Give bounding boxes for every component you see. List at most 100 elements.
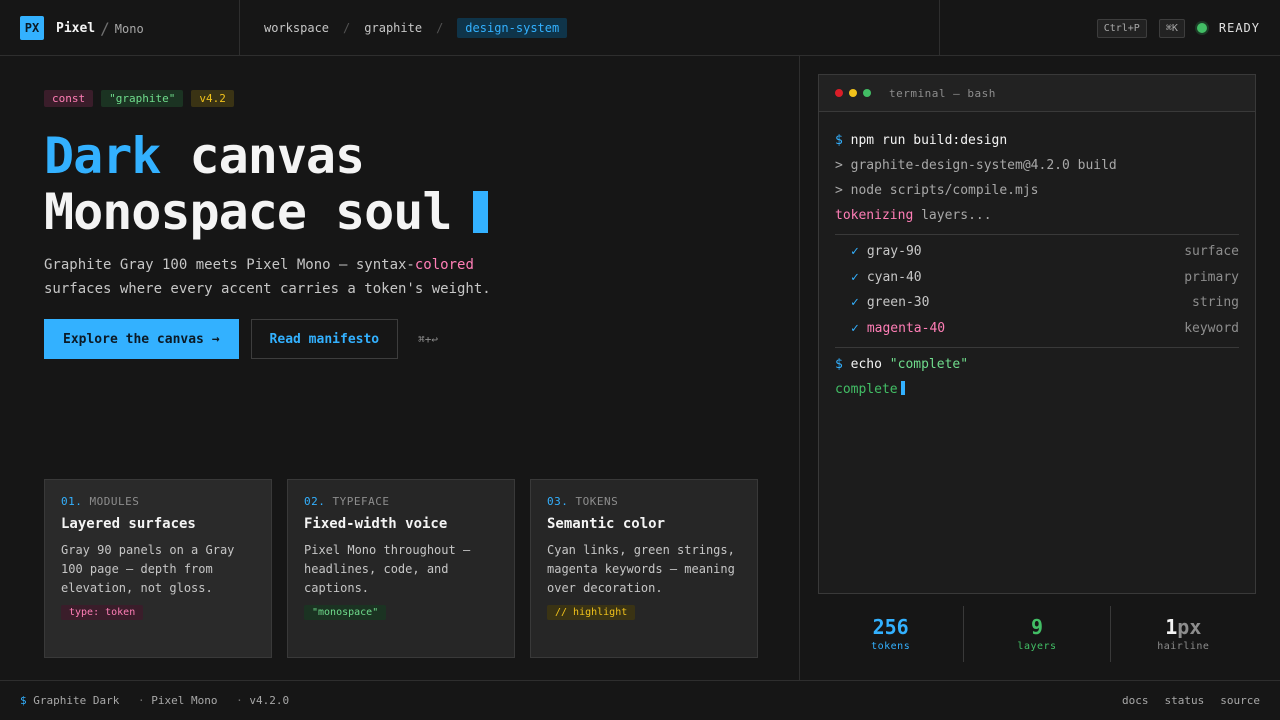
stat-number: 9 (1030, 615, 1044, 639)
read-manifesto-button[interactable]: Read manifesto (250, 319, 399, 359)
check-icon: ✓ (851, 295, 859, 310)
hero-title-accent: Dark (44, 127, 161, 185)
stat-value: 9 (964, 615, 1109, 639)
feature-card-typeface[interactable]: 02. TYPEFACE Fixed-width voice Pixel Mon… (287, 479, 515, 658)
stat-hairline: 1px hairline (1111, 606, 1256, 662)
footer-link-source[interactable]: source (1220, 694, 1260, 707)
hero-section: const "graphite" v4.2 Dark canvas Monosp… (0, 56, 800, 680)
token-role: keyword (1184, 320, 1239, 336)
card-category: TOKENS (575, 495, 619, 508)
footer: $ Graphite Dark · Pixel Mono · v4.2.0 do… (0, 680, 1280, 720)
command-palette-shortcut[interactable]: Ctrl+P (1096, 18, 1147, 38)
lead-text-line2: surfaces where every accent carries a to… (44, 281, 491, 297)
output-text: layers... (913, 208, 992, 223)
stat-value: 1px (1111, 615, 1256, 639)
card-category: TYPEFACE (332, 495, 390, 508)
card-pill: // highlight (547, 605, 636, 620)
feature-card-modules[interactable]: 01. MODULES Layered surfaces Gray 90 pan… (44, 479, 272, 658)
prompt-symbol: $ (20, 694, 27, 707)
token-row: ✓ green-30 string (835, 290, 1239, 316)
footer-theme: Graphite Dark (33, 694, 120, 707)
stats-row: 256 tokens 9 layers 1px hairline (818, 606, 1256, 662)
cursor-block-icon (473, 191, 489, 233)
stat-tokens: 256 tokens (818, 606, 965, 662)
brand-subtitle: Mono (114, 22, 144, 36)
footer-links: docs status source (1122, 694, 1260, 707)
footer-font: Pixel Mono (151, 694, 218, 707)
tag-version: v4.2 (191, 90, 234, 107)
token-name: magenta-40 (866, 320, 946, 336)
card-eyebrow: 02. TYPEFACE (304, 495, 498, 508)
breadcrumb-design-system[interactable]: design-system (457, 18, 568, 38)
footer-version: v4.2.0 (249, 694, 290, 707)
card-body: Gray 90 panels on a Gray 100 page — dept… (61, 543, 235, 595)
explore-canvas-button[interactable]: Explore the canvas → (44, 319, 239, 359)
token-name: green-30 (866, 295, 930, 310)
brand-name: Pixel (56, 20, 96, 36)
tag-graphite: "graphite" (101, 90, 184, 107)
cursor-block-icon (900, 381, 905, 395)
stat-number: 256 (872, 615, 909, 639)
brand[interactable]: PX Pixel / Mono (0, 0, 240, 56)
terminal-output: $ npm run build:design > graphite-design… (819, 112, 1255, 402)
breadcrumb-workspace[interactable]: workspace (264, 21, 329, 35)
footer-info: $ Graphite Dark · Pixel Mono · v4.2.0 (20, 694, 289, 707)
string-text: "complete" (881, 357, 969, 372)
footer-link-status[interactable]: status (1165, 694, 1205, 707)
terminal-line: tokenizing layers... (835, 203, 1239, 228)
terminal-line: > graphite-design-system@4.2.0 build (835, 158, 1117, 173)
card-body: Pixel Mono throughout — headlines, code,… (304, 543, 471, 595)
card-title: Layered surfaces (61, 516, 196, 532)
prompt-symbol: $ (835, 133, 843, 148)
stat-value: 256 (818, 615, 963, 639)
stat-label: tokens (871, 641, 911, 652)
terminal-divider (835, 347, 1239, 348)
token-role: primary (1184, 269, 1239, 285)
minimize-dot-icon[interactable] (849, 89, 857, 97)
card-title: Semantic color (547, 516, 666, 532)
breadcrumb-graphite[interactable]: graphite (364, 21, 422, 35)
card-number: 03. (547, 495, 569, 508)
search-shortcut[interactable]: ⌘K (1158, 18, 1185, 38)
footer-separator: · (137, 694, 145, 707)
card-eyebrow: 03. TOKENS (547, 495, 741, 508)
maximize-dot-icon[interactable] (863, 89, 871, 97)
hero-tags: const "graphite" v4.2 (44, 90, 234, 107)
stat-unit: px (1177, 615, 1202, 639)
breadcrumb-separator: / (343, 21, 351, 35)
terminal-line: complete (835, 377, 1239, 402)
footer-separator: · (236, 694, 243, 707)
status-dot-icon (1196, 23, 1207, 33)
prompt-symbol: $ (835, 357, 843, 372)
brand-logo: PX (20, 16, 44, 40)
hero-lead: Graphite Gray 100 meets Pixel Mono — syn… (44, 253, 604, 301)
card-title: Fixed-width voice (304, 516, 448, 532)
result-text: complete (835, 382, 898, 397)
token-row: ✓ magenta-40 keyword (835, 316, 1239, 342)
check-icon: ✓ (851, 269, 859, 285)
brand-separator: / (100, 18, 110, 38)
stat-label: layers (1017, 641, 1057, 652)
feature-cards: 01. MODULES Layered surfaces Gray 90 pan… (44, 479, 758, 658)
card-eyebrow: 01. MODULES (61, 495, 255, 508)
token-role: surface (1184, 244, 1239, 259)
feature-card-tokens[interactable]: 03. TOKENS Semantic color Cyan links, gr… (530, 479, 758, 658)
close-dot-icon[interactable] (835, 89, 843, 97)
hero-title-rest: canvas (160, 127, 366, 185)
footer-link-docs[interactable]: docs (1122, 694, 1149, 707)
stat-number: 1 (1165, 615, 1178, 639)
terminal-window[interactable]: terminal — bash $ npm run build:design >… (818, 74, 1256, 594)
card-number: 01. (61, 495, 83, 508)
card-body: Cyan links, green strings, magenta keywo… (547, 543, 735, 595)
stat-label: hairline (1157, 641, 1210, 652)
hero-actions: Explore the canvas → Read manifesto ⌘+↩ (44, 319, 438, 359)
hero-title: Dark canvas Monospace soul (44, 127, 489, 240)
token-role: string (1192, 295, 1239, 310)
check-icon: ✓ (851, 244, 859, 259)
terminal-line: $ echo "complete" (835, 352, 1239, 377)
breadcrumb-separator: / (436, 21, 444, 35)
tag-const: const (44, 90, 94, 107)
token-row: ✓ gray-90 surface (835, 239, 1239, 265)
terminal-divider (835, 234, 1239, 235)
token-name: cyan-40 (866, 269, 922, 285)
